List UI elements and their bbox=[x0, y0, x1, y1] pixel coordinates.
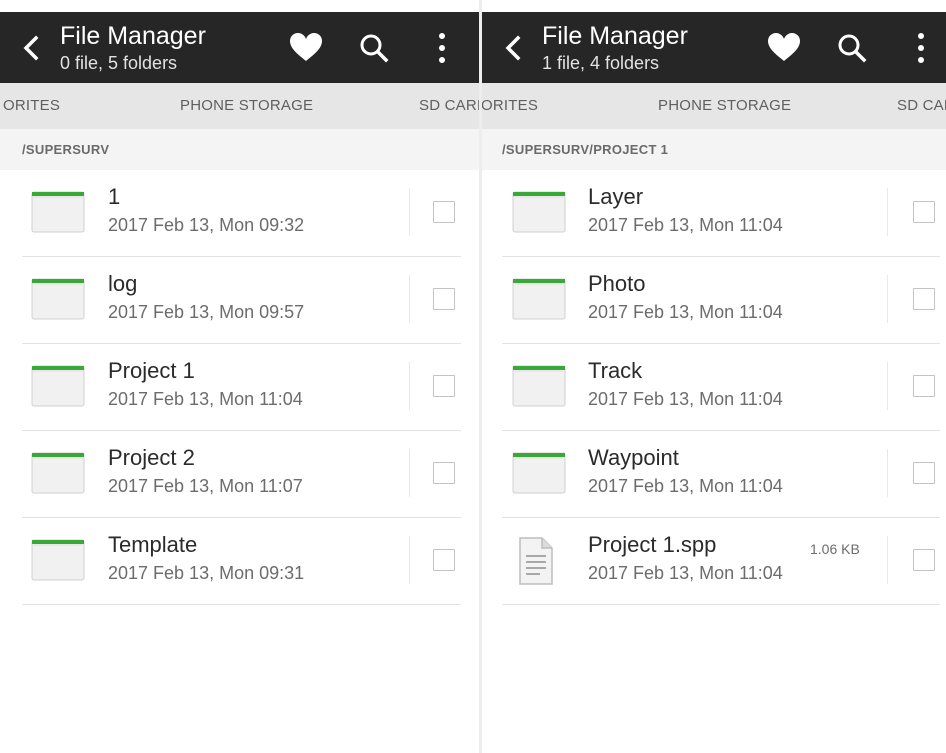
divider bbox=[409, 188, 410, 236]
folder-icon bbox=[512, 365, 566, 407]
item-date: 2017 Feb 13, Mon 11:04 bbox=[588, 389, 783, 409]
folder-icon bbox=[31, 539, 85, 581]
item-date: 2017 Feb 13, Mon 09:57 bbox=[108, 302, 305, 322]
current-path: /SUPERSURV bbox=[22, 142, 110, 157]
tab-favorites[interactable]: ORITES bbox=[482, 97, 538, 114]
item-count: 1 file, 4 folders bbox=[542, 53, 660, 73]
breadcrumb: /SUPERSURV bbox=[0, 129, 479, 170]
folder-icon bbox=[31, 278, 85, 320]
item-name: Waypoint bbox=[588, 445, 679, 470]
tab-phone-storage[interactable]: PHONE STORAGE bbox=[180, 97, 313, 114]
select-checkbox[interactable] bbox=[433, 288, 455, 310]
item-date: 2017 Feb 13, Mon 11:07 bbox=[108, 476, 303, 496]
divider bbox=[22, 604, 461, 605]
item-name: Photo bbox=[588, 271, 646, 296]
divider bbox=[409, 536, 410, 584]
folder-icon bbox=[512, 191, 566, 233]
breadcrumb: /SUPERSURV/PROJECT 1 bbox=[482, 129, 946, 170]
chevron-left-icon[interactable] bbox=[18, 34, 46, 62]
list-item[interactable]: Track 2017 Feb 13, Mon 11:04 bbox=[482, 344, 946, 431]
select-checkbox[interactable] bbox=[433, 462, 455, 484]
item-name: log bbox=[108, 271, 138, 296]
divider bbox=[409, 362, 410, 410]
folder-icon bbox=[31, 452, 85, 494]
list-item[interactable]: Waypoint 2017 Feb 13, Mon 11:04 bbox=[482, 431, 946, 518]
select-checkbox[interactable] bbox=[913, 375, 935, 397]
folder-icon bbox=[512, 452, 566, 494]
file-manager-screens: File Manager 0 file, 5 folders ORITES PH… bbox=[0, 0, 946, 753]
select-checkbox[interactable] bbox=[913, 549, 935, 571]
folder-icon bbox=[31, 191, 85, 233]
top-bar: File Manager 1 file, 4 folders bbox=[482, 12, 946, 83]
divider bbox=[887, 536, 888, 584]
list-item[interactable]: log 2017 Feb 13, Mon 09:57 bbox=[0, 257, 479, 344]
item-date: 2017 Feb 13, Mon 11:04 bbox=[588, 563, 783, 583]
tab-phone-storage[interactable]: PHONE STORAGE bbox=[658, 97, 791, 114]
list-item[interactable]: Project 1.spp 2017 Feb 13, Mon 11:04 1.0… bbox=[482, 518, 946, 605]
page-title: File Manager bbox=[60, 22, 206, 50]
tab-sd-card[interactable]: SD CAF bbox=[897, 97, 946, 114]
item-name: Project 1.spp bbox=[588, 532, 717, 557]
item-date: 2017 Feb 13, Mon 09:31 bbox=[108, 563, 305, 583]
item-date: 2017 Feb 13, Mon 11:04 bbox=[108, 389, 303, 409]
divider bbox=[502, 604, 940, 605]
current-path: /SUPERSURV/PROJECT 1 bbox=[502, 142, 669, 157]
left-screen: File Manager 0 file, 5 folders ORITES PH… bbox=[0, 0, 479, 753]
heart-icon[interactable] bbox=[289, 32, 323, 62]
divider bbox=[887, 362, 888, 410]
item-name: Template bbox=[108, 532, 198, 557]
tab-favorites[interactable]: ORITES bbox=[3, 97, 60, 114]
search-icon[interactable] bbox=[359, 33, 389, 63]
top-bar: File Manager 0 file, 5 folders bbox=[0, 12, 479, 83]
chevron-left-icon[interactable] bbox=[500, 34, 528, 62]
divider bbox=[887, 275, 888, 323]
list-item[interactable]: Photo 2017 Feb 13, Mon 11:04 bbox=[482, 257, 946, 344]
title-block: File Manager 0 file, 5 folders bbox=[60, 21, 206, 75]
more-vertical-icon[interactable] bbox=[437, 32, 447, 64]
item-date: 2017 Feb 13, Mon 11:04 bbox=[588, 476, 783, 496]
file-size: 1.06 KB bbox=[810, 541, 860, 557]
item-name: Project 2 bbox=[108, 445, 195, 470]
list-item[interactable]: Template 2017 Feb 13, Mon 09:31 bbox=[0, 518, 479, 605]
title-block: File Manager 1 file, 4 folders bbox=[542, 21, 688, 75]
select-checkbox[interactable] bbox=[433, 201, 455, 223]
list-item[interactable]: Project 1 2017 Feb 13, Mon 11:04 bbox=[0, 344, 479, 431]
item-date: 2017 Feb 13, Mon 11:04 bbox=[588, 302, 783, 322]
select-checkbox[interactable] bbox=[913, 288, 935, 310]
storage-tabs: ORITES PHONE STORAGE SD CARI bbox=[0, 83, 479, 129]
folder-icon bbox=[512, 278, 566, 320]
item-name: Track bbox=[588, 358, 643, 383]
select-checkbox[interactable] bbox=[913, 462, 935, 484]
folder-icon bbox=[31, 365, 85, 407]
tab-sd-card[interactable]: SD CARI bbox=[419, 97, 479, 114]
item-name: Project 1 bbox=[108, 358, 195, 383]
divider bbox=[887, 449, 888, 497]
item-date: 2017 Feb 13, Mon 11:04 bbox=[588, 215, 783, 235]
heart-icon[interactable] bbox=[767, 32, 801, 62]
select-checkbox[interactable] bbox=[433, 375, 455, 397]
right-screen: File Manager 1 file, 4 folders ORITES PH… bbox=[482, 0, 946, 753]
select-checkbox[interactable] bbox=[913, 201, 935, 223]
list-item[interactable]: Project 2 2017 Feb 13, Mon 11:07 bbox=[0, 431, 479, 518]
item-name: Layer bbox=[588, 184, 644, 209]
item-name: 1 bbox=[108, 184, 121, 209]
item-count: 0 file, 5 folders bbox=[60, 53, 178, 73]
storage-tabs: ORITES PHONE STORAGE SD CAF bbox=[482, 83, 946, 129]
select-checkbox[interactable] bbox=[433, 549, 455, 571]
list-item[interactable]: 1 2017 Feb 13, Mon 09:32 bbox=[0, 170, 479, 257]
search-icon[interactable] bbox=[837, 33, 867, 63]
divider bbox=[409, 275, 410, 323]
page-title: File Manager bbox=[542, 22, 688, 50]
divider bbox=[887, 188, 888, 236]
divider bbox=[409, 449, 410, 497]
item-date: 2017 Feb 13, Mon 09:32 bbox=[108, 215, 305, 235]
document-icon bbox=[519, 537, 553, 585]
list-item[interactable]: Layer 2017 Feb 13, Mon 11:04 bbox=[482, 170, 946, 257]
more-vertical-icon[interactable] bbox=[916, 32, 926, 64]
